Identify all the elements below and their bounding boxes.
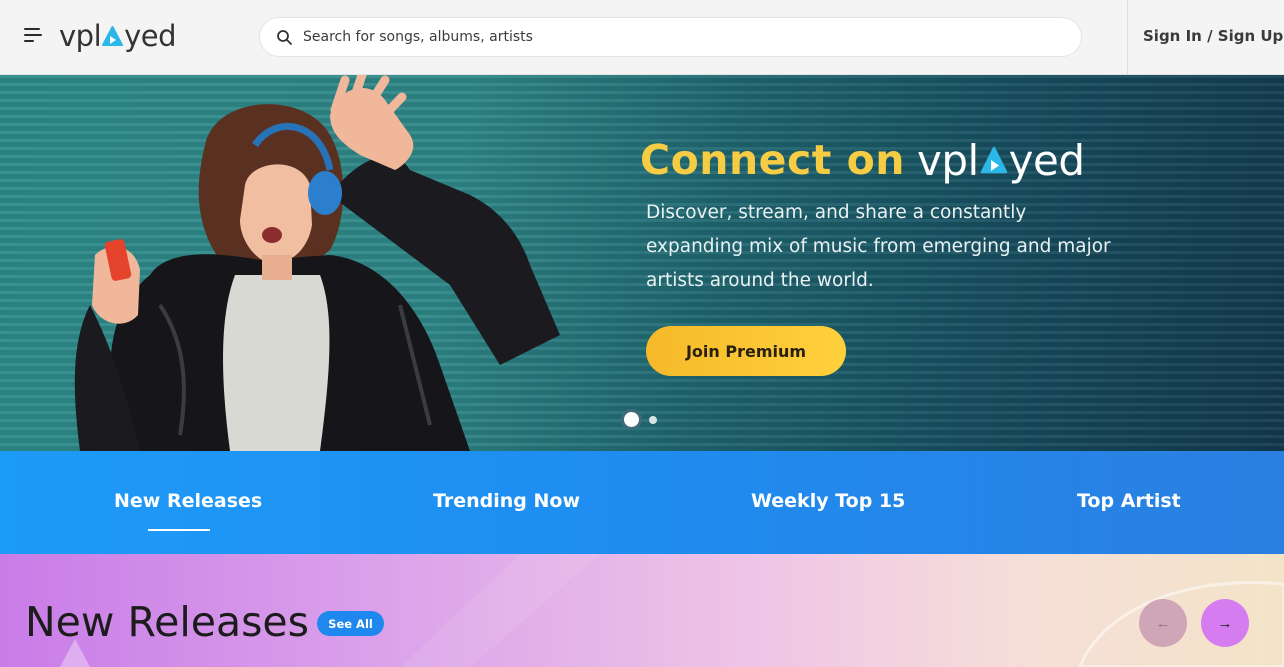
play-triangle-icon: [102, 26, 124, 46]
category-tabs: New Releases Trending Now Weekly Top 15 …: [0, 451, 1284, 554]
search-icon[interactable]: [276, 29, 293, 46]
new-releases-section: New Releases See All ← →: [0, 554, 1284, 667]
carousel-dot-2[interactable]: [649, 416, 657, 424]
hero-banner: Connect on vpl yed Discover, stream, and…: [0, 75, 1284, 451]
join-premium-button[interactable]: Join Premium: [646, 326, 846, 376]
tab-top-artist[interactable]: Top Artist: [1077, 490, 1181, 512]
carousel-next-button[interactable]: →: [1201, 599, 1249, 647]
carousel-prev-button[interactable]: ←: [1139, 599, 1187, 647]
vplayed-logo[interactable]: vpl yed: [59, 18, 177, 54]
see-all-button[interactable]: See All: [317, 611, 384, 636]
hero-brand-end: yed: [1008, 135, 1085, 185]
logo-text-start: vpl: [59, 19, 102, 53]
hero-title: Connect on vpl yed: [640, 135, 1085, 185]
play-triangle-icon: [980, 146, 1007, 174]
search-bar: [259, 17, 1082, 57]
hamburger-menu-icon[interactable]: [22, 26, 44, 46]
hero-title-prefix: Connect on: [640, 136, 905, 184]
arrow-right-icon: →: [1217, 614, 1233, 632]
sign-in-link[interactable]: Sign In: [1143, 27, 1202, 45]
auth-links: Sign In / Sign Up: [1143, 27, 1283, 45]
active-tab-indicator: [148, 529, 210, 531]
hero-brand-logo: vpl yed: [917, 136, 1085, 185]
tab-trending-now[interactable]: Trending Now: [433, 490, 580, 512]
section-title: New Releases: [25, 598, 310, 646]
hero-brand-start: vpl: [916, 135, 979, 185]
search-input[interactable]: [303, 24, 1063, 50]
hero-woman-headphones-image: [74, 75, 560, 451]
tab-weekly-top-15[interactable]: Weekly Top 15: [751, 490, 905, 512]
arrow-left-icon: ←: [1155, 614, 1171, 632]
hero-description: Discover, stream, and share a constantly…: [646, 202, 1111, 291]
carousel-dot-1[interactable]: [621, 409, 642, 430]
logo-text-end: yed: [124, 19, 177, 53]
tab-new-releases[interactable]: New Releases: [114, 490, 262, 512]
sign-up-link[interactable]: Sign Up: [1218, 27, 1284, 45]
auth-separator: /: [1207, 27, 1213, 45]
top-header: vpl yed Sign In / Sign Up: [0, 0, 1284, 75]
header-divider: [1127, 0, 1128, 75]
